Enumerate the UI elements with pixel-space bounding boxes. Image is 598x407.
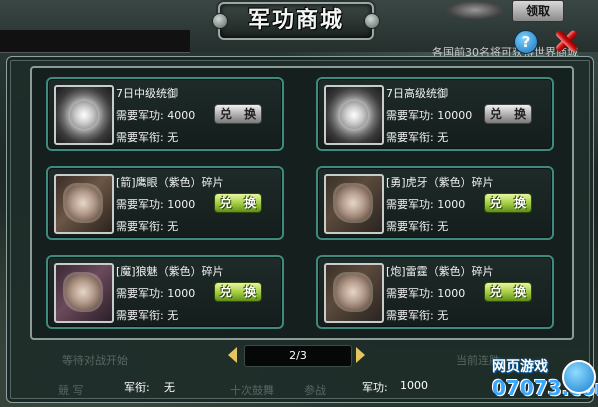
item-name: [勇]虎牙（紫色）碎片 (386, 176, 494, 189)
shop-item-card: [魔]狼魅（紫色）碎片 需要军功: 1000 需要军衔: 无 兑 换 (46, 255, 284, 329)
puzzle-fragment-icon (54, 263, 114, 323)
puzzle-fragment-icon (324, 174, 384, 234)
item-cost: 需要军功: 4000 (116, 109, 196, 122)
shop-item-card: [勇]虎牙（紫色）碎片 需要军功: 1000 需要军衔: 无 兑 换 (316, 166, 554, 240)
rank-label: 军衔: (124, 381, 150, 394)
rank-value: 无 (164, 381, 175, 394)
bg-waiting-text: 等待对战开始 (62, 354, 128, 367)
skull-emblem-icon (324, 85, 384, 145)
top-left-bar (0, 30, 190, 53)
item-cost: 需要军功: 1000 (116, 287, 196, 300)
item-rank: 需要军衔: 无 (116, 131, 179, 144)
title-plaque: 军功商城 (212, 2, 380, 40)
shop-item-card: [箭]鹰眼（紫色）碎片 需要军功: 1000 需要军衔: 无 兑 换 (46, 166, 284, 240)
puzzle-fragment-icon (324, 263, 384, 323)
bg-left-label: 競 写 (58, 384, 84, 397)
bg-battle-label: 参战 (304, 384, 326, 397)
item-rank: 需要军衔: 无 (386, 220, 449, 233)
next-page-arrow-icon[interactable] (356, 347, 365, 363)
exchange-button[interactable]: 兑 换 (214, 104, 262, 124)
item-name: [魔]狼魅（紫色）碎片 (116, 265, 224, 278)
page-indicator: 2/3 (244, 345, 352, 367)
exchange-button[interactable]: 兑 换 (214, 193, 262, 213)
helmet-icon (445, 0, 505, 20)
item-cost: 需要军功: 1000 (116, 198, 196, 211)
bg-boost-label: 十次鼓舞 (230, 384, 274, 397)
puzzle-fragment-icon (54, 174, 114, 234)
watermark-line1: 网页游戏 (492, 359, 548, 375)
shop-item-card: 7日中级统御 需要军功: 4000 需要军衔: 无 兑 换 (46, 77, 284, 151)
exchange-button[interactable]: 兑 换 (484, 104, 532, 124)
item-name: [炮]雷霆（紫色）碎片 (386, 265, 494, 278)
item-name: 7日中级统御 (116, 87, 178, 100)
item-name: [箭]鹰眼（紫色）碎片 (116, 176, 224, 189)
exchange-button[interactable]: 兑 换 (484, 193, 532, 213)
get-reward-button[interactable]: 领取 (512, 0, 564, 22)
shop-item-card: 7日高级统御 需要军功: 10000 需要军衔: 无 兑 换 (316, 77, 554, 151)
item-rank: 需要军衔: 无 (116, 220, 179, 233)
item-cost: 需要军功: 1000 (386, 198, 466, 211)
prev-page-arrow-icon[interactable] (228, 347, 237, 363)
site-watermark: 网页游戏 07073.com (482, 356, 598, 407)
item-rank: 需要军衔: 无 (386, 131, 449, 144)
item-rank: 需要军衔: 无 (386, 309, 449, 322)
item-name: 7日高级统御 (386, 87, 448, 100)
item-cost: 需要军功: 1000 (386, 287, 466, 300)
silver-emblem-icon (54, 85, 114, 145)
merit-label: 军功: (362, 381, 388, 394)
help-icon[interactable]: ? (514, 30, 538, 54)
item-cost: 需要军功: 10000 (386, 109, 473, 122)
exchange-button[interactable]: 兑 换 (214, 282, 262, 302)
shop-item-card: [炮]雷霆（紫色）碎片 需要军功: 1000 需要军衔: 无 兑 换 (316, 255, 554, 329)
close-icon[interactable] (552, 28, 580, 54)
merit-value: 1000 (400, 379, 428, 392)
mascot-icon (562, 360, 596, 394)
exchange-button[interactable]: 兑 换 (484, 282, 532, 302)
page-title: 军功商城 (247, 8, 344, 33)
item-rank: 需要军衔: 无 (116, 309, 179, 322)
